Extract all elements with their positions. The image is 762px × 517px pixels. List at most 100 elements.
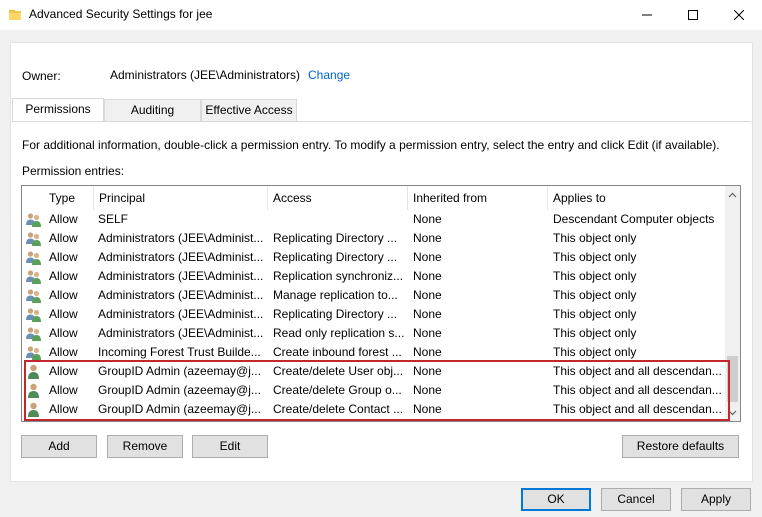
table-row[interactable]: Allow Administrators (JEE\Administ... Read… <box>22 324 727 343</box>
cell-principal: Administrators (JEE\Administ... <box>98 250 264 264</box>
cell-type: Allow <box>49 345 78 359</box>
cell-access: Read only replication s... <box>273 326 405 340</box>
table-row[interactable]: Allow Administrators (JEE\Administ... Repl… <box>22 305 727 324</box>
tab-auditing[interactable]: Auditing <box>104 99 201 121</box>
column-header-access[interactable]: Access <box>268 186 408 210</box>
cell-applies-to: This object and all descendan... <box>553 364 722 378</box>
cell-principal: Administrators (JEE\Administ... <box>98 307 264 321</box>
column-header-type[interactable]: Type <box>44 186 94 210</box>
cell-applies-to: This object and all descendan... <box>553 383 722 397</box>
apply-button[interactable]: Apply <box>681 488 751 511</box>
cell-applies-to: This object only <box>553 345 637 359</box>
cell-inherited-from: None <box>413 269 442 283</box>
cell-principal: GroupID Admin (azeemay@j... <box>98 402 261 416</box>
tab-permissions[interactable]: Permissions <box>12 98 104 121</box>
cell-inherited-from: None <box>413 288 442 302</box>
change-owner-link[interactable]: Change <box>308 68 350 82</box>
user-icon <box>28 402 39 417</box>
maximize-icon <box>688 10 698 20</box>
cell-principal: Administrators (JEE\Administ... <box>98 326 264 340</box>
vertical-scrollbar[interactable] <box>725 186 740 421</box>
owner-value: Administrators (JEE\Administrators) <box>110 68 301 82</box>
column-header-applies-to[interactable]: Applies to <box>548 186 728 210</box>
table-row[interactable]: Allow Administrators (JEE\Administ... Repl… <box>22 248 727 267</box>
cell-inherited-from: None <box>413 402 442 416</box>
cell-applies-to: Descendant Computer objects <box>553 212 715 226</box>
cell-principal: SELF <box>98 212 129 226</box>
cell-applies-to: This object only <box>553 269 637 283</box>
group-icon <box>26 289 41 303</box>
ok-button[interactable]: OK <box>521 488 591 511</box>
remove-button[interactable]: Remove <box>107 435 183 458</box>
cell-principal: Incoming Forest Trust Builde... <box>98 345 261 359</box>
cell-access: Create/delete Contact ... <box>273 402 404 416</box>
cancel-button[interactable]: Cancel <box>601 488 671 511</box>
user-icon <box>28 364 39 379</box>
restore-defaults-button[interactable]: Restore defaults <box>622 435 739 458</box>
user-icon <box>28 383 39 398</box>
group-icon <box>26 327 41 341</box>
cell-type: Allow <box>49 383 78 397</box>
cell-applies-to: This object only <box>553 307 637 321</box>
group-icon <box>26 270 41 284</box>
cell-inherited-from: None <box>413 250 442 264</box>
cell-inherited-from: None <box>413 212 442 226</box>
tab-divider <box>12 121 751 122</box>
table-row[interactable]: Allow SELF None Descendant Computer objects <box>22 210 727 229</box>
close-icon <box>734 10 744 20</box>
minimize-icon <box>642 14 652 16</box>
cell-access: Replicating Directory ... <box>273 250 398 264</box>
edit-button[interactable]: Edit <box>192 435 268 458</box>
cell-access <box>273 210 409 229</box>
chevron-up-icon <box>728 192 737 197</box>
cell-type: Allow <box>49 364 78 378</box>
cell-type: Allow <box>49 231 78 245</box>
cell-inherited-from: None <box>413 383 442 397</box>
cell-type: Allow <box>49 307 78 321</box>
group-icon <box>26 346 41 360</box>
title-bar: Advanced Security Settings for jee <box>0 0 762 30</box>
table-row[interactable]: Allow GroupID Admin (azeemay@j... Create/d… <box>22 381 727 400</box>
tab-effective-access[interactable]: Effective Access <box>201 99 297 121</box>
table-row[interactable]: Allow Incoming Forest Trust Builde... Crea… <box>22 343 727 362</box>
minimize-button[interactable] <box>624 0 670 30</box>
cell-applies-to: This object and all descendan... <box>553 402 722 416</box>
cell-access: Replicating Directory ... <box>273 231 398 245</box>
folder-icon <box>9 10 21 20</box>
cell-principal: GroupID Admin (azeemay@j... <box>98 364 261 378</box>
window-title: Advanced Security Settings for jee <box>29 7 213 21</box>
cell-principal: Administrators (JEE\Administ... <box>98 231 264 245</box>
info-text: For additional information, double-click… <box>22 138 720 152</box>
cell-type: Allow <box>49 288 78 302</box>
group-icon <box>26 308 41 322</box>
cell-type: Allow <box>49 269 78 283</box>
maximize-button[interactable] <box>670 0 716 30</box>
table-row[interactable]: Allow Administrators (JEE\Administ... Repl… <box>22 229 727 248</box>
cell-principal: GroupID Admin (azeemay@j... <box>98 383 261 397</box>
scroll-thumb[interactable] <box>727 356 738 402</box>
cell-access: Replicating Directory ... <box>273 307 398 321</box>
cell-inherited-from: None <box>413 326 442 340</box>
add-button[interactable]: Add <box>21 435 97 458</box>
permission-entries-list[interactable]: Type Principal Access Inherited from App… <box>21 185 741 422</box>
owner-label: Owner: <box>22 69 61 83</box>
group-icon <box>26 232 41 246</box>
permission-entries-label: Permission entries: <box>22 164 125 178</box>
cell-inherited-from: None <box>413 231 442 245</box>
table-row[interactable]: Allow Administrators (JEE\Administ... Mana… <box>22 286 727 305</box>
cell-applies-to: This object only <box>553 231 637 245</box>
cell-applies-to: This object only <box>553 288 637 302</box>
close-button[interactable] <box>716 0 762 30</box>
list-header: Type Principal Access Inherited from App… <box>22 186 727 210</box>
table-row[interactable]: Allow Administrators (JEE\Administ... Repl… <box>22 267 727 286</box>
cell-applies-to: This object only <box>553 326 637 340</box>
group-icon <box>26 251 41 265</box>
column-header-principal[interactable]: Principal <box>94 186 268 210</box>
cell-type: Allow <box>49 402 78 416</box>
table-row[interactable]: Allow GroupID Admin (azeemay@j... Create/d… <box>22 400 727 419</box>
table-row[interactable]: Allow GroupID Admin (azeemay@j... Create/d… <box>22 362 727 381</box>
scroll-up-button[interactable] <box>725 186 740 203</box>
column-header-inherited-from[interactable]: Inherited from <box>408 186 548 210</box>
cell-applies-to: This object only <box>553 250 637 264</box>
scroll-down-button[interactable] <box>725 404 740 421</box>
